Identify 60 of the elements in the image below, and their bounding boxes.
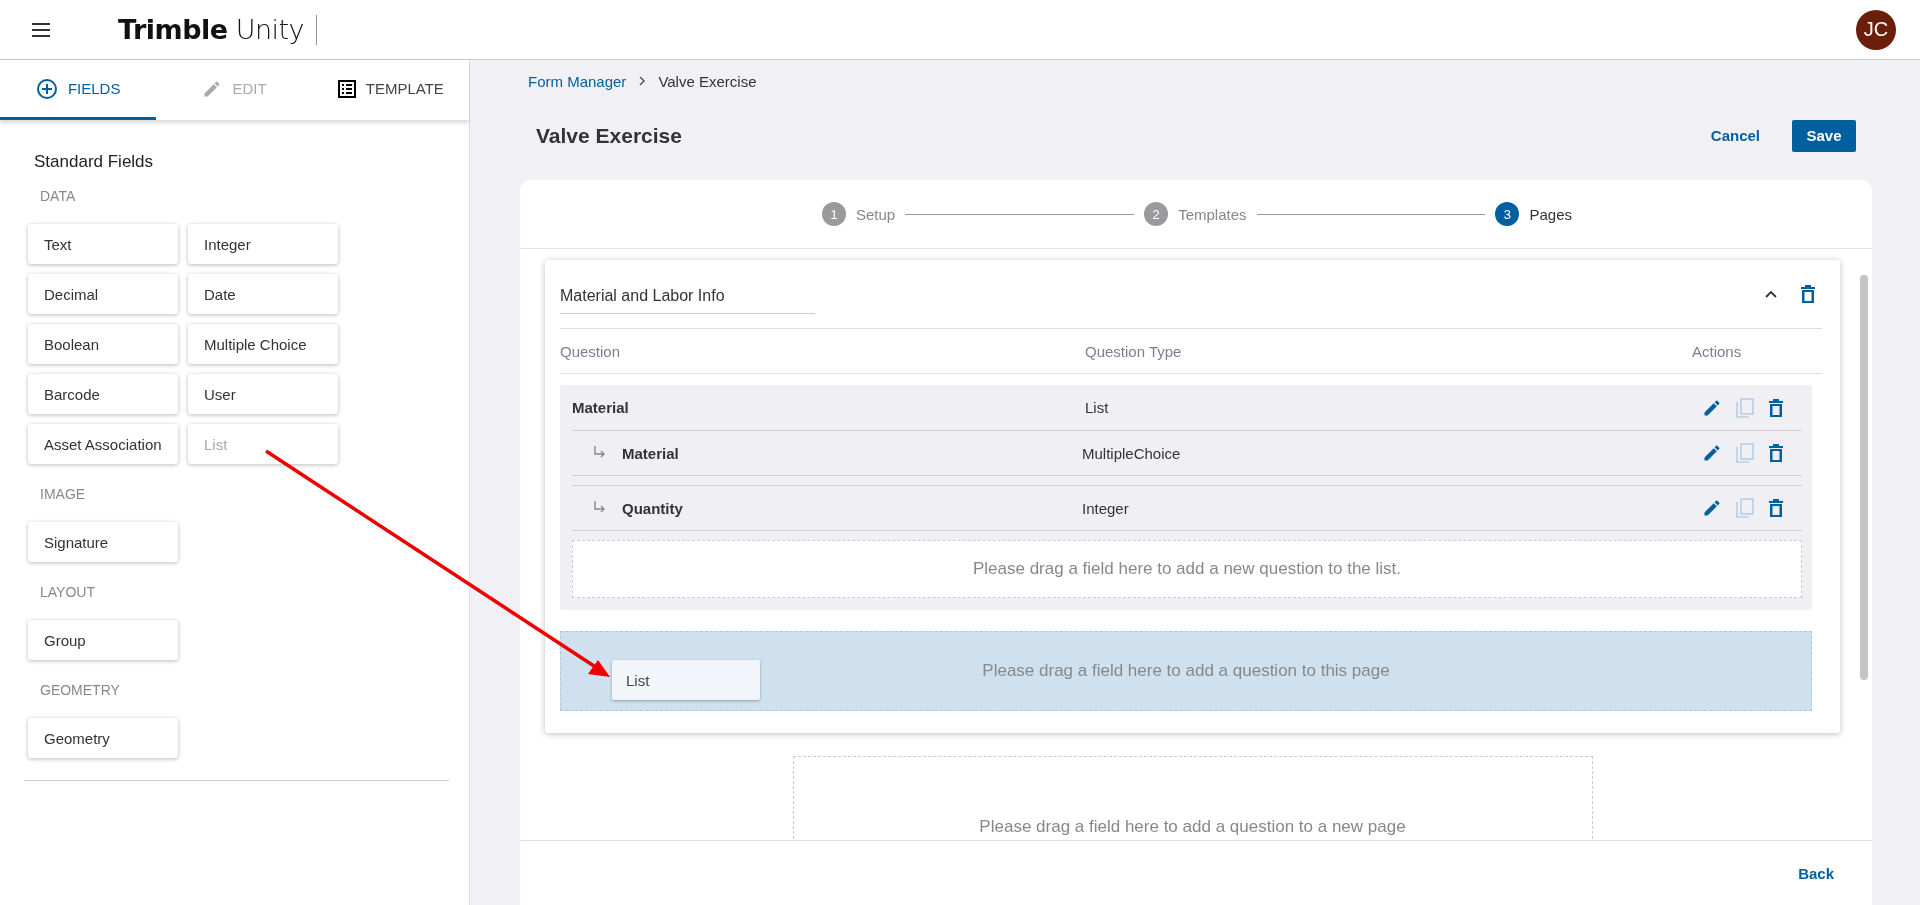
field-tile[interactable]: Text bbox=[28, 224, 178, 264]
dragged-field-tile[interactable]: List bbox=[612, 660, 760, 700]
question-row[interactable]: Quantity Integer bbox=[572, 485, 1802, 531]
wizard-step[interactable]: 2 Templates bbox=[1144, 202, 1247, 226]
breadcrumb-link[interactable]: Form Manager bbox=[528, 72, 627, 90]
save-button[interactable]: Save bbox=[1792, 119, 1856, 152]
question-type: Integer bbox=[1082, 499, 1130, 517]
column-header: Actions bbox=[1692, 342, 1743, 360]
group-label: DATA bbox=[40, 188, 77, 204]
group-label: IMAGE bbox=[40, 486, 87, 502]
field-tile[interactable]: Group bbox=[28, 620, 178, 660]
drop-hint: Please drag a field here to add a question to this page bbox=[982, 661, 1390, 681]
breadcrumb-current: Valve Exercise bbox=[658, 72, 757, 90]
field-tile[interactable]: Asset Association bbox=[28, 424, 178, 464]
cancel-button[interactable]: Cancel bbox=[1704, 126, 1766, 145]
edit-icon[interactable] bbox=[1702, 443, 1722, 463]
new-page-drop-zone[interactable]: Please drag a field here to add a question to a new page bbox=[792, 756, 1593, 839]
page-title: Valve Exercise bbox=[536, 123, 682, 148]
field-tile[interactable]: Decimal bbox=[28, 274, 178, 314]
group-label: LAYOUT bbox=[40, 584, 96, 600]
question-type: MultipleChoice bbox=[1082, 444, 1182, 462]
edit-icon[interactable] bbox=[1702, 397, 1722, 418]
delete-icon[interactable] bbox=[1768, 443, 1784, 463]
menu-icon[interactable] bbox=[31, 22, 51, 37]
question-row[interactable]: Material List bbox=[560, 385, 1802, 430]
back-button[interactable]: Back bbox=[1792, 863, 1840, 883]
field-tile[interactable]: Date bbox=[188, 274, 338, 314]
column-header: Question bbox=[560, 342, 622, 360]
sidebar-tab[interactable]: FIELDS bbox=[0, 60, 157, 120]
logo[interactable]: Trimble Unity bbox=[118, 14, 305, 45]
question-name: Material bbox=[572, 399, 630, 416]
add-circle-icon bbox=[35, 77, 58, 100]
question-name: Material bbox=[622, 444, 680, 462]
question-name: Quantity bbox=[622, 499, 684, 517]
question-type: List bbox=[1085, 399, 1110, 416]
delete-icon[interactable] bbox=[1768, 498, 1784, 518]
edit-icon[interactable] bbox=[1702, 498, 1722, 518]
wizard-step[interactable]: 1 Setup bbox=[822, 202, 896, 226]
wizard-step[interactable]: 3 Pages bbox=[1495, 202, 1572, 226]
field-tile[interactable]: Boolean bbox=[28, 324, 178, 364]
delete-icon[interactable] bbox=[1768, 397, 1784, 418]
list-drop-zone[interactable]: Please drag a field here to add a new question to the list. bbox=[572, 540, 1802, 598]
user-avatar[interactable]: JC bbox=[1856, 9, 1896, 50]
delete-icon[interactable] bbox=[1800, 284, 1816, 304]
field-tile[interactable]: Integer bbox=[188, 224, 338, 264]
field-tile[interactable]: Signature bbox=[28, 522, 178, 562]
section-title: Standard Fields bbox=[34, 152, 155, 172]
scrollbar[interactable] bbox=[1860, 275, 1868, 680]
column-header: Question Type bbox=[1085, 342, 1183, 360]
page-drop-zone[interactable]: List Please drag a field here to add a question to this page bbox=[560, 631, 1812, 711]
field-tile[interactable]: Barcode bbox=[28, 374, 178, 414]
question-row[interactable]: Material MultipleChoice bbox=[572, 430, 1802, 476]
field-tile[interactable]: Multiple Choice bbox=[188, 324, 338, 364]
sidebar-tab[interactable]: TEMPLATE bbox=[312, 60, 469, 120]
field-tile[interactable]: Geometry bbox=[28, 718, 178, 758]
list-icon bbox=[337, 79, 356, 98]
group-label: GEOMETRY bbox=[40, 682, 121, 698]
chevron-right-icon bbox=[638, 76, 647, 86]
field-tile[interactable]: User bbox=[188, 374, 338, 414]
chevron-up-icon[interactable] bbox=[1764, 289, 1778, 299]
